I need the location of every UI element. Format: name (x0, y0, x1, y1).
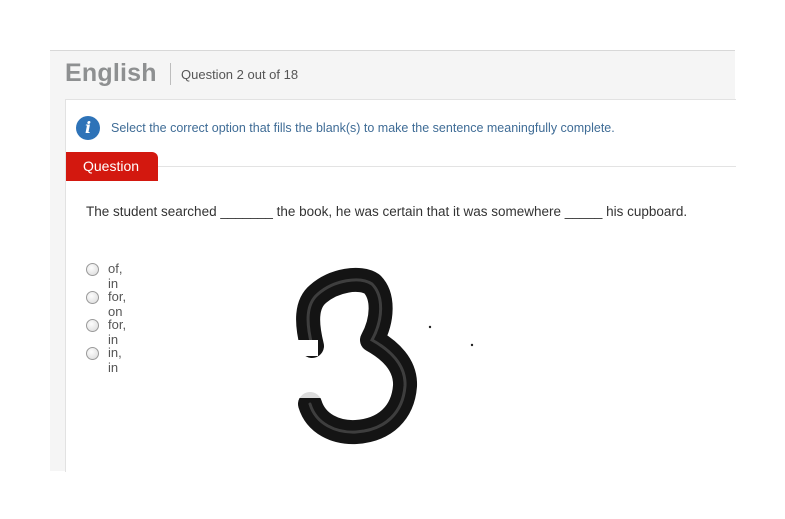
handwritten-number-drawing (292, 267, 474, 445)
